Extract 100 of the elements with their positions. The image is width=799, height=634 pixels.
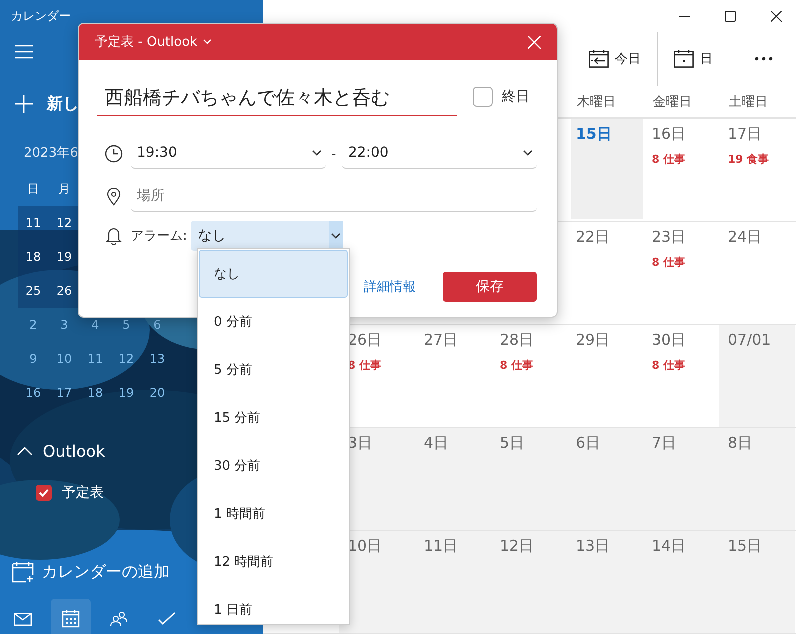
day-cell[interactable]: 6日 xyxy=(567,428,643,530)
people-icon xyxy=(110,611,128,627)
more-details-link[interactable]: 詳細情報 xyxy=(364,278,416,296)
chevron-down-icon xyxy=(202,39,212,45)
new-event-button[interactable]: 新し xyxy=(47,94,79,114)
save-button[interactable]: 保存 xyxy=(443,272,537,302)
day-cell[interactable]: 14日 xyxy=(643,531,719,633)
day-cell[interactable]: 15日 xyxy=(571,119,643,219)
day-cell[interactable]: 7日 xyxy=(643,428,719,530)
mini-day[interactable]: 3 xyxy=(49,318,80,332)
chevron-up-icon[interactable] xyxy=(17,446,33,456)
start-time-dropdown[interactable]: 19:30 xyxy=(131,138,326,168)
month-label: 2023年6 xyxy=(23,145,78,163)
calendar-selector[interactable]: 予定表 - Outlook xyxy=(95,31,212,53)
add-calendar-link[interactable]: カレンダーの追加 xyxy=(42,562,170,582)
mini-day[interactable]: 5 xyxy=(111,318,142,332)
mini-day[interactable]: 19 xyxy=(49,250,80,264)
day-cell[interactable]: 12日 xyxy=(491,531,567,633)
weekday-header: 木曜日 xyxy=(576,94,616,110)
mini-day[interactable]: 18 xyxy=(18,250,49,264)
calendar-add-icon[interactable] xyxy=(12,561,34,583)
day-cell[interactable]: 28日 8 仕事 xyxy=(491,325,567,427)
day-number: 13日 xyxy=(576,537,610,556)
day-cell[interactable]: 8日 xyxy=(719,428,795,530)
alarm-option[interactable]: 0 分前 xyxy=(199,298,348,346)
day-cell[interactable]: 11日 xyxy=(415,531,491,633)
chevron-down-icon xyxy=(523,150,533,156)
app-title: カレンダー xyxy=(10,8,71,25)
event-label[interactable]: 8 仕事 xyxy=(500,358,534,373)
alarm-option[interactable]: なし xyxy=(199,250,348,298)
event-label[interactable]: 8 仕事 xyxy=(652,358,686,373)
alarm-option[interactable]: 5 分前 xyxy=(199,346,348,394)
day-number: 07/01 xyxy=(728,331,772,349)
day-number: 15日 xyxy=(728,537,762,556)
mini-day[interactable]: 12 xyxy=(111,352,142,366)
close-icon[interactable] xyxy=(771,10,782,22)
day-number: 8日 xyxy=(728,434,753,453)
weekday-label: 月 xyxy=(58,180,72,198)
day-cell[interactable]: 13日 xyxy=(567,531,643,633)
plus-icon[interactable] xyxy=(15,95,33,113)
day-number: 28日 xyxy=(500,331,534,350)
mini-day[interactable]: 17 xyxy=(49,386,80,400)
chevron-down-icon xyxy=(312,150,322,156)
day-number: 5日 xyxy=(500,434,525,453)
account-label[interactable]: Outlook xyxy=(43,442,106,460)
mini-day[interactable]: 13 xyxy=(142,352,173,366)
alarm-dropdown[interactable]: なし xyxy=(191,221,343,251)
all-day-checkbox[interactable] xyxy=(473,87,493,107)
day-number: 15日 xyxy=(576,125,612,144)
more-icon[interactable] xyxy=(755,57,773,61)
day-cell[interactable]: 22日 xyxy=(567,222,643,324)
weekday-header: 金曜日 xyxy=(652,94,692,110)
day-cell[interactable]: 23日 8 仕事 xyxy=(643,222,719,324)
event-label[interactable]: 8 仕事 xyxy=(652,152,686,167)
day-cell[interactable]: 07/01 xyxy=(719,325,795,427)
tasks-icon xyxy=(158,612,176,626)
mini-day[interactable]: 11 xyxy=(80,352,111,366)
mini-day[interactable]: 10 xyxy=(49,352,80,366)
calendar-icon xyxy=(674,50,694,68)
mini-day[interactable]: 20 xyxy=(142,386,173,400)
day-view-button[interactable]: 日 xyxy=(672,46,715,72)
day-cell[interactable]: 16日 8 仕事 xyxy=(643,119,719,221)
day-number: 22日 xyxy=(576,228,610,247)
day-cell[interactable]: 24日 xyxy=(719,222,795,324)
calendar-icon xyxy=(62,610,80,628)
mini-day[interactable]: 16 xyxy=(18,386,49,400)
mini-day[interactable]: 18 xyxy=(80,386,111,400)
calendar-label: 予定表 xyxy=(62,484,104,502)
time-separator: - xyxy=(330,146,338,160)
mini-day[interactable]: 2 xyxy=(18,318,49,332)
alarm-label: アラーム: xyxy=(131,228,188,245)
day-number: 12日 xyxy=(500,537,534,556)
chevron-down-icon xyxy=(331,233,341,239)
end-time-dropdown[interactable]: 22:00 xyxy=(342,138,537,168)
day-number: 16日 xyxy=(652,125,686,144)
menu-icon[interactable] xyxy=(15,45,33,59)
event-label[interactable]: 8 仕事 xyxy=(652,255,686,270)
event-label[interactable]: 19 食事 xyxy=(728,152,770,167)
mini-day[interactable]: 26 xyxy=(49,284,80,298)
mini-day[interactable]: 12 xyxy=(49,216,80,230)
day-cell[interactable]: 5日 xyxy=(491,428,567,530)
mini-day[interactable]: 19 xyxy=(111,386,142,400)
day-cell[interactable]: 29日 xyxy=(567,325,643,427)
today-button[interactable]: 今日 xyxy=(587,46,643,72)
day-cell[interactable]: 30日 8 仕事 xyxy=(643,325,719,427)
maximize-icon[interactable] xyxy=(725,10,736,22)
calendar-checkbox[interactable] xyxy=(36,485,52,501)
day-cell[interactable]: 27日 xyxy=(415,325,491,427)
day-cell[interactable]: 4日 xyxy=(415,428,491,530)
day-number: 26日 xyxy=(348,331,382,350)
day-number: 30日 xyxy=(652,331,686,350)
weekday-label: 日 xyxy=(26,180,40,198)
mini-day[interactable]: 9 xyxy=(18,352,49,366)
mini-day[interactable]: 25 xyxy=(18,284,49,298)
mini-day[interactable]: 11 xyxy=(18,216,49,230)
day-cell[interactable]: 17日 19 食事 xyxy=(719,119,795,221)
day-cell[interactable]: 15日 xyxy=(719,531,795,633)
day-number: 24日 xyxy=(728,228,762,247)
calendar-nav-button[interactable] xyxy=(51,599,91,634)
mini-day[interactable]: 4 xyxy=(80,318,111,332)
